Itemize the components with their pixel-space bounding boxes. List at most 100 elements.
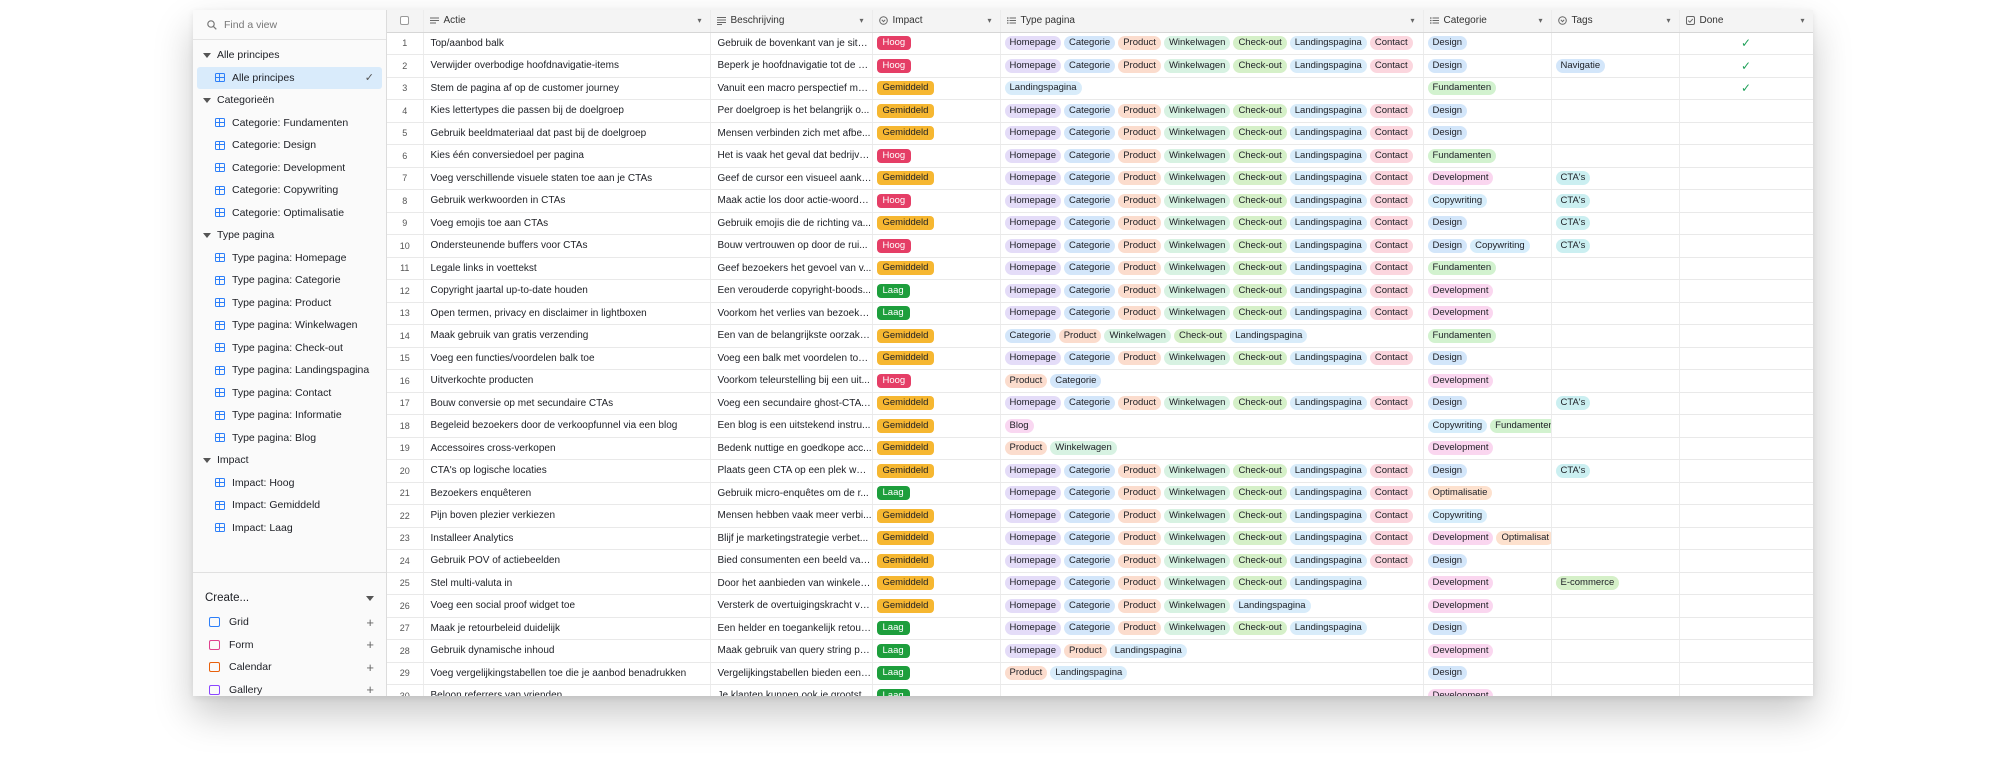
table-row[interactable]: 9 Voeg emojis toe aan CTAs Gebruik emojis … xyxy=(387,212,1813,235)
cell-impact[interactable]: Hoog xyxy=(872,144,1001,168)
cell-categorie[interactable]: Development xyxy=(1423,572,1552,595)
cell-impact[interactable]: Laag xyxy=(872,617,1001,640)
cell-type-pagina[interactable]: Homepage Categorie Product Winkelwagen Check… xyxy=(1000,167,1424,190)
cell-tags[interactable]: CTA's xyxy=(1551,167,1680,190)
cell-categorie[interactable]: Development xyxy=(1423,279,1552,303)
cell-tags[interactable] xyxy=(1551,617,1680,640)
cell-beschrijving[interactable]: Voeg een secundaire ghost-CTA t... xyxy=(710,392,873,415)
view-item[interactable]: Type pagina: Check-out xyxy=(193,337,386,360)
cell-type-pagina[interactable]: Homepage Categorie Product Winkelwagen Check… xyxy=(1000,527,1424,550)
cell-beschrijving[interactable]: Gebruik emojis die de richting va... xyxy=(710,212,873,235)
cell-actie[interactable]: CTA's op logische locaties xyxy=(423,459,711,483)
table-row[interactable]: 6 Kies één conversiedoel per pagina Het is… xyxy=(387,144,1813,168)
view-item[interactable]: Categorie: Design xyxy=(193,134,386,157)
column-header-beschrijving[interactable]: Beschrijving ▾ xyxy=(710,10,873,33)
cell-tags[interactable] xyxy=(1551,144,1680,168)
table-row[interactable]: 15 Voeg een functies/voordelen balk toe Vo… xyxy=(387,347,1813,370)
column-header-type-pagina[interactable]: Type pagina ▾ xyxy=(1000,10,1424,33)
view-item[interactable]: Categorie: Fundamenten xyxy=(193,112,386,135)
select-all-checkbox[interactable] xyxy=(400,16,410,26)
cell-categorie[interactable]: Design xyxy=(1423,54,1552,78)
cell-actie[interactable]: Kies lettertypes die passen bij de doelg… xyxy=(423,99,711,123)
table-row[interactable]: 17 Bouw conversie op met secundaire CTAs V… xyxy=(387,392,1813,415)
cell-done[interactable] xyxy=(1679,482,1813,505)
cell-actie[interactable]: Open termen, privacy en disclaimer in li… xyxy=(423,302,711,325)
cell-type-pagina[interactable]: Homepage Categorie Product Winkelwagen Check… xyxy=(1000,122,1424,145)
view-item[interactable]: Type pagina: Landingspagina xyxy=(193,359,386,382)
table-row[interactable]: 5 Gebruik beeldmateriaal dat past bij de … xyxy=(387,122,1813,145)
table-row[interactable]: 23 Installeer Analytics Blijf je marketing… xyxy=(387,527,1813,550)
cell-type-pagina[interactable]: Categorie Product Winkelwagen Check-out Land… xyxy=(1000,324,1424,348)
cell-done[interactable] xyxy=(1679,122,1813,145)
cell-categorie[interactable]: Fundamenten xyxy=(1423,324,1552,348)
create-calendar-item[interactable]: Calendar + xyxy=(193,656,386,679)
cell-actie[interactable]: Kies één conversiedoel per pagina xyxy=(423,144,711,168)
cell-actie[interactable]: Verwijder overbodige hoofdnavigatie-item… xyxy=(423,54,711,78)
table-row[interactable]: 26 Voeg een social proof widget toe Verste… xyxy=(387,594,1813,618)
cell-categorie[interactable]: Design xyxy=(1423,617,1552,640)
cell-impact[interactable]: Hoog xyxy=(872,234,1001,258)
cell-impact[interactable]: Laag xyxy=(872,684,1001,696)
table-row[interactable]: 22 Pijn boven plezier verkiezen Mensen heb… xyxy=(387,504,1813,528)
table-row[interactable]: 16 Uitverkochte producten Voorkom teleurst… xyxy=(387,369,1813,393)
cell-done[interactable]: ✓ xyxy=(1679,54,1813,78)
cell-done[interactable] xyxy=(1679,392,1813,415)
view-item[interactable]: Categorie: Development xyxy=(193,157,386,180)
create-toggle[interactable]: Create... xyxy=(193,585,386,611)
cell-tags[interactable] xyxy=(1551,549,1680,573)
chevron-down-icon[interactable]: ▾ xyxy=(1410,16,1414,25)
cell-tags[interactable]: CTA's xyxy=(1551,234,1680,258)
table-row[interactable]: 25 Stel multi-valuta in Door het aanbieden… xyxy=(387,572,1813,595)
cell-actie[interactable]: Top/aanbod balk xyxy=(423,32,711,55)
table-row[interactable]: 11 Legale links in voettekst Geef bezoeker… xyxy=(387,257,1813,280)
cell-beschrijving[interactable]: Gebruik de bovenkant van je site ... xyxy=(710,32,873,55)
cell-actie[interactable]: Begeleid bezoekers door de verkoopfunnel… xyxy=(423,414,711,438)
cell-done[interactable]: ✓ xyxy=(1679,77,1813,100)
cell-actie[interactable]: Gebruik werkwoorden in CTAs xyxy=(423,189,711,213)
cell-impact[interactable]: Gemiddeld xyxy=(872,99,1001,123)
cell-beschrijving[interactable]: Een van de belangrijkste oorzake... xyxy=(710,324,873,348)
cell-tags[interactable] xyxy=(1551,32,1680,55)
table-row[interactable]: 12 Copyright jaartal up-to-date houden Een… xyxy=(387,279,1813,303)
cell-type-pagina[interactable]: Homepage Categorie Product Winkelwagen Check… xyxy=(1000,617,1424,640)
cell-beschrijving[interactable]: Het is vaak het geval dat bedrijve... xyxy=(710,144,873,168)
cell-categorie[interactable]: Design xyxy=(1423,99,1552,123)
cell-tags[interactable] xyxy=(1551,504,1680,528)
cell-beschrijving[interactable]: Versterk de overtuigingskracht va... xyxy=(710,594,873,618)
cell-type-pagina[interactable]: Homepage Categorie Product Winkelwagen Check… xyxy=(1000,302,1424,325)
cell-tags[interactable] xyxy=(1551,99,1680,123)
cell-actie[interactable]: Installeer Analytics xyxy=(423,527,711,550)
cell-impact[interactable]: Gemiddeld xyxy=(872,167,1001,190)
view-item[interactable]: Categorie: Copywriting xyxy=(193,179,386,202)
cell-tags[interactable] xyxy=(1551,122,1680,145)
cell-tags[interactable]: E-commerce xyxy=(1551,572,1680,595)
cell-actie[interactable]: Copyright jaartal up-to-date houden xyxy=(423,279,711,303)
cell-beschrijving[interactable]: Per doelgroep is het belangrijk o... xyxy=(710,99,873,123)
cell-categorie[interactable]: Development xyxy=(1423,437,1552,460)
table-row[interactable]: 18 Begeleid bezoekers door de verkoopfunn… xyxy=(387,414,1813,438)
cell-impact[interactable]: Gemiddeld xyxy=(872,324,1001,348)
cell-type-pagina[interactable]: Homepage Categorie Product Winkelwagen Check… xyxy=(1000,99,1424,123)
cell-impact[interactable]: Gemiddeld xyxy=(872,527,1001,550)
cell-impact[interactable]: Gemiddeld xyxy=(872,437,1001,460)
cell-categorie[interactable]: Design xyxy=(1423,662,1552,685)
cell-done[interactable] xyxy=(1679,302,1813,325)
cell-tags[interactable]: CTA's xyxy=(1551,392,1680,415)
table-row[interactable]: 21 Bezoekers enquêteren Gebruik micro-enqu… xyxy=(387,482,1813,505)
cell-beschrijving[interactable]: Vergelijkingstabellen bieden een ... xyxy=(710,662,873,685)
view-item[interactable]: Alle principes ✓ xyxy=(197,66,382,89)
cell-beschrijving[interactable]: Een helder en toegankelijk retour... xyxy=(710,617,873,640)
cell-type-pagina[interactable] xyxy=(1000,684,1424,696)
cell-tags[interactable] xyxy=(1551,77,1680,100)
cell-type-pagina[interactable]: Homepage Categorie Product Winkelwagen Check… xyxy=(1000,189,1424,213)
cell-tags[interactable]: CTA's xyxy=(1551,212,1680,235)
cell-actie[interactable]: Gebruik POV of actiebeelden xyxy=(423,549,711,573)
cell-impact[interactable]: Laag xyxy=(872,482,1001,505)
select-all-header[interactable] xyxy=(387,10,424,33)
cell-type-pagina[interactable]: Homepage Categorie Product Winkelwagen Landi… xyxy=(1000,594,1424,618)
cell-done[interactable] xyxy=(1679,234,1813,258)
cell-type-pagina[interactable]: Homepage Categorie Product Winkelwagen Check… xyxy=(1000,392,1424,415)
cell-beschrijving[interactable]: Maak gebruik van query string pa... xyxy=(710,639,873,663)
chevron-down-icon[interactable]: ▾ xyxy=(1666,16,1670,25)
cell-beschrijving[interactable]: Vanuit een macro perspectief mo... xyxy=(710,77,873,100)
